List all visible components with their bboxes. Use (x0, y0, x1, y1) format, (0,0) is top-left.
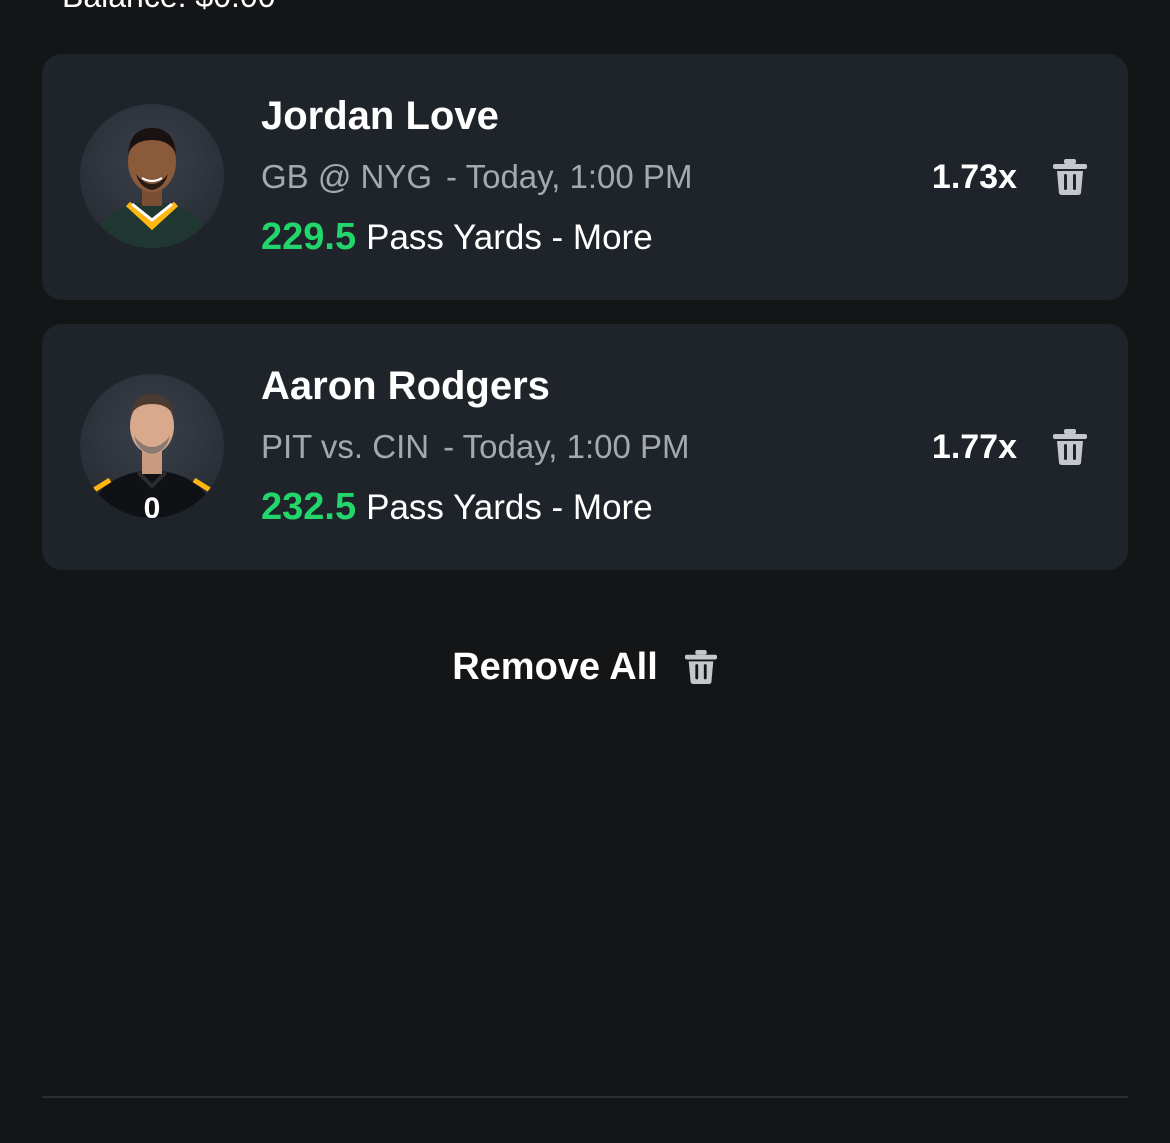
prop-line: 229.5 Pass Yards - More (261, 216, 653, 259)
remove-pick-button[interactable] (1052, 158, 1088, 196)
remove-all-label: Remove All (452, 645, 658, 688)
game-info: GB @ NYG - Today, 1:00 PM (261, 158, 692, 196)
payout-multiplier: 1.77x (931, 428, 1017, 466)
matchup: PIT vs. CIN (261, 428, 430, 465)
prop-value: 232.5 (261, 486, 357, 528)
prop-stat: Pass Yards - More (366, 488, 653, 527)
game-info: PIT vs. CIN - Today, 1:00 PM (261, 428, 689, 466)
remove-all-button[interactable]: Remove All (0, 642, 1170, 692)
player-name: Aaron Rodgers (261, 364, 550, 408)
trash-icon (1053, 429, 1087, 465)
prop-stat: Pass Yards - More (366, 218, 653, 257)
pick-card: 0 Aaron Rodgers PIT vs. CIN - Today, 1:00… (42, 324, 1128, 570)
prop-value: 229.5 (261, 216, 357, 258)
svg-text:0: 0 (144, 492, 161, 518)
pick-card: Jordan Love GB @ NYG - Today, 1:00 PM 229… (42, 54, 1128, 300)
payout-multiplier: 1.73x (931, 158, 1017, 196)
player-avatar (80, 104, 224, 248)
balance-label: Balance: $0.00 (62, 0, 276, 15)
player-name: Jordan Love (261, 94, 499, 138)
player-avatar: 0 (80, 374, 224, 518)
trash-icon (1053, 159, 1087, 195)
trash-icon (684, 650, 717, 684)
game-time: - Today, 1:00 PM (446, 158, 693, 195)
bottom-divider (42, 1096, 1128, 1098)
game-time: - Today, 1:00 PM (443, 428, 690, 465)
matchup: GB @ NYG (261, 158, 433, 195)
prop-line: 232.5 Pass Yards - More (261, 486, 653, 529)
remove-pick-button[interactable] (1052, 428, 1088, 466)
